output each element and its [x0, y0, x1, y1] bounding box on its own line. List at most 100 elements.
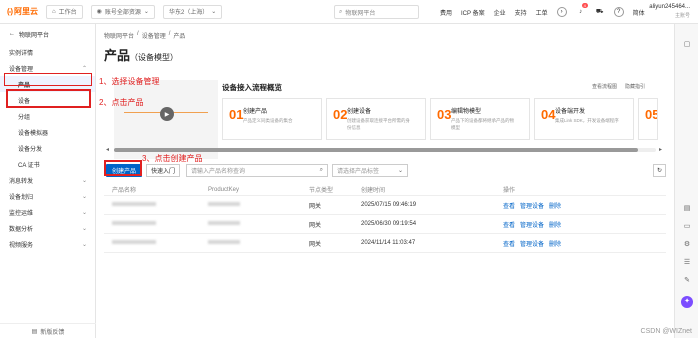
top-bar: (-) 阿里云 ⌂ 工作台 ◉ 账号全部资源 ⌄ 华东2（上海） ⌄ ⌕ 物联网…: [0, 0, 698, 24]
sidebar-item-distribution[interactable]: 设备分发: [0, 140, 95, 156]
quickstart-button[interactable]: 快速入门: [146, 164, 180, 177]
product-name-cell[interactable]: [104, 221, 208, 227]
view-link[interactable]: 查看: [503, 201, 515, 210]
bell-icon[interactable]: ♪ 4: [576, 3, 588, 17]
sidebar-back-label: 物联网平台: [19, 32, 50, 39]
account-scope-selector[interactable]: ◉ 账号全部资源 ⌄: [90, 4, 155, 19]
manage-devices-link[interactable]: 管理设备: [520, 201, 544, 210]
delete-link[interactable]: 删除: [549, 201, 561, 210]
settings-icon[interactable]: ⚙: [682, 240, 692, 250]
breadcrumb-item[interactable]: 设备管理: [142, 31, 166, 40]
view-flowchart-link[interactable]: 查看流程图: [592, 83, 617, 90]
flow-card-5[interactable]: 05: [638, 98, 658, 140]
link-enterprise[interactable]: 企业: [494, 8, 506, 17]
annotation-box-product: [6, 89, 91, 108]
col-product-name: 产品名称: [112, 188, 137, 194]
breadcrumb-sep: /: [137, 31, 139, 37]
user-icon: ◉: [96, 9, 102, 15]
scroll-thumb[interactable]: [114, 148, 638, 152]
sidebar-item-instance-detail[interactable]: 实例详情: [0, 44, 95, 60]
delete-link[interactable]: 删除: [549, 220, 561, 229]
manage-devices-link[interactable]: 管理设备: [520, 239, 544, 248]
product-name-cell[interactable]: [104, 240, 208, 246]
link-ticket[interactable]: 工单: [536, 8, 548, 17]
assistant-icon[interactable]: ✦: [681, 296, 693, 308]
sidebar-item-ca-cert[interactable]: CA 证书: [0, 156, 95, 172]
scroll-right-icon[interactable]: ▸: [659, 146, 662, 153]
node-type-cell: 网关: [309, 222, 322, 229]
lang-switch[interactable]: 简体: [633, 8, 645, 17]
list-icon[interactable]: ☰: [682, 258, 692, 268]
link-billing[interactable]: 费用: [440, 8, 452, 17]
sidebar: ← 物联网平台 实例详情 设备管理 ⌃ 产品 设备 分组 设备模拟器 设备分发 C…: [0, 24, 96, 338]
terminal-icon[interactable]: ›: [556, 7, 567, 17]
flow-card-num: 04: [541, 107, 556, 122]
sidebar-item-video-service[interactable]: 视频服务 ⌄: [0, 236, 95, 252]
chevron-down-icon: ⌄: [211, 9, 217, 15]
horizontal-scrollbar[interactable]: [114, 148, 656, 152]
breadcrumb-item[interactable]: 物联网平台: [104, 31, 134, 40]
flow-card-4[interactable]: 04 设备端开发 集成Link SDK，开发设备端程序: [534, 98, 634, 140]
play-icon[interactable]: ▶: [160, 107, 174, 121]
flow-card-desc: 产品下的设备都将继承产品的物模型: [451, 118, 514, 130]
search-icon[interactable]: ⌕: [320, 167, 323, 174]
search-placeholder: 请输入产品名称查询: [191, 169, 246, 175]
feedback-button[interactable]: ▤ 新版反馈: [0, 323, 96, 338]
account-menu[interactable]: aliyun245464... 主账号: [649, 3, 690, 21]
document-icon[interactable]: ▤: [682, 204, 692, 214]
product-table: 产品名称 ProductKey 节点类型 创建时间 操作 网关 2025/07/…: [104, 184, 666, 253]
col-productkey: ProductKey: [208, 186, 240, 193]
chat-icon[interactable]: ▭: [682, 222, 692, 232]
scroll-left-icon[interactable]: ◂: [106, 146, 109, 153]
chevron-down-icon: ⌄: [81, 177, 87, 184]
manage-devices-link[interactable]: 管理设备: [520, 220, 544, 229]
collapse-icon[interactable]: ▢: [682, 40, 692, 50]
created-time-cell: 2025/06/30 09:19:54: [361, 221, 417, 227]
view-link[interactable]: 查看: [503, 239, 515, 248]
flow-card-3[interactable]: 03 编辑物模型 产品下的设备都将继承产品的物模型: [430, 98, 530, 140]
refresh-button[interactable]: ↻: [653, 164, 666, 177]
actions-cell: 查看 管理设备 删除: [503, 239, 653, 248]
view-link[interactable]: 查看: [503, 220, 515, 229]
feedback-icon[interactable]: ✎: [682, 276, 692, 286]
flow-card-title: 创建设备: [347, 109, 372, 115]
chevron-down-icon: ⌄: [81, 241, 87, 248]
sidebar-back-button[interactable]: ← 物联网平台: [0, 24, 95, 44]
product-name-cell[interactable]: [104, 202, 208, 208]
product-search-input[interactable]: 请输入产品名称查询 ⌕: [186, 164, 328, 177]
sidebar-item-simulator[interactable]: 设备模拟器: [0, 124, 95, 140]
right-toolbar: ▢ ▤ ▭ ⚙ ☰ ✎ ✦: [674, 24, 698, 338]
tag-select[interactable]: 请选择产品标签 ⌄: [332, 164, 408, 177]
flow-card-desc: 创建设备获取连接平台所需的身份信息: [347, 118, 410, 130]
flow-links: 查看流程图 隐藏指引: [592, 83, 645, 90]
sidebar-item-device-assign[interactable]: 设备划归 ⌄: [0, 188, 95, 204]
sidebar-item-data-analysis[interactable]: 数据分析 ⌄: [0, 220, 95, 236]
sidebar-item-message-forward[interactable]: 消息转发 ⌄: [0, 172, 95, 188]
account-type: 主账号: [674, 13, 690, 19]
home-icon: ⌂: [52, 8, 56, 15]
aliyun-logo[interactable]: (-) 阿里云: [7, 6, 38, 17]
redacted-text: [112, 240, 156, 244]
link-support[interactable]: 支持: [515, 8, 527, 17]
col-actions: 操作: [503, 188, 516, 194]
sidebar-item-monitoring[interactable]: 监控运维 ⌄: [0, 204, 95, 220]
region-selector[interactable]: 华东2（上海） ⌄: [162, 4, 223, 19]
created-time-cell: 2025/07/15 09:46:19: [361, 202, 417, 208]
annotation-step3: 3、点击创建产品: [142, 154, 203, 163]
col-created-time: 创建时间: [361, 188, 386, 194]
sidebar-item-group[interactable]: 分组: [0, 108, 95, 124]
flow-card-num: 05: [645, 107, 657, 122]
hide-guide-link[interactable]: 隐藏指引: [625, 83, 645, 90]
link-icp[interactable]: ICP 备案: [461, 8, 485, 17]
workbench-button[interactable]: ⌂ 工作台: [46, 4, 83, 19]
cart-icon[interactable]: ⛟: [595, 7, 605, 17]
top-search-input[interactable]: ⌕ 物联网平台: [334, 5, 419, 19]
sidebar-item-label: 设备管理: [9, 66, 34, 73]
flow-card-title: 编辑物模型: [451, 109, 482, 115]
region-label: 华东2（上海）: [168, 10, 209, 16]
delete-link[interactable]: 删除: [549, 239, 561, 248]
redacted-text: [112, 221, 156, 225]
flow-card-2[interactable]: 02 创建设备 创建设备获取连接平台所需的身份信息: [326, 98, 426, 140]
flow-card-1[interactable]: 01 创建产品 产品定义同类设备的集合: [222, 98, 322, 140]
help-icon[interactable]: ?: [613, 7, 624, 17]
